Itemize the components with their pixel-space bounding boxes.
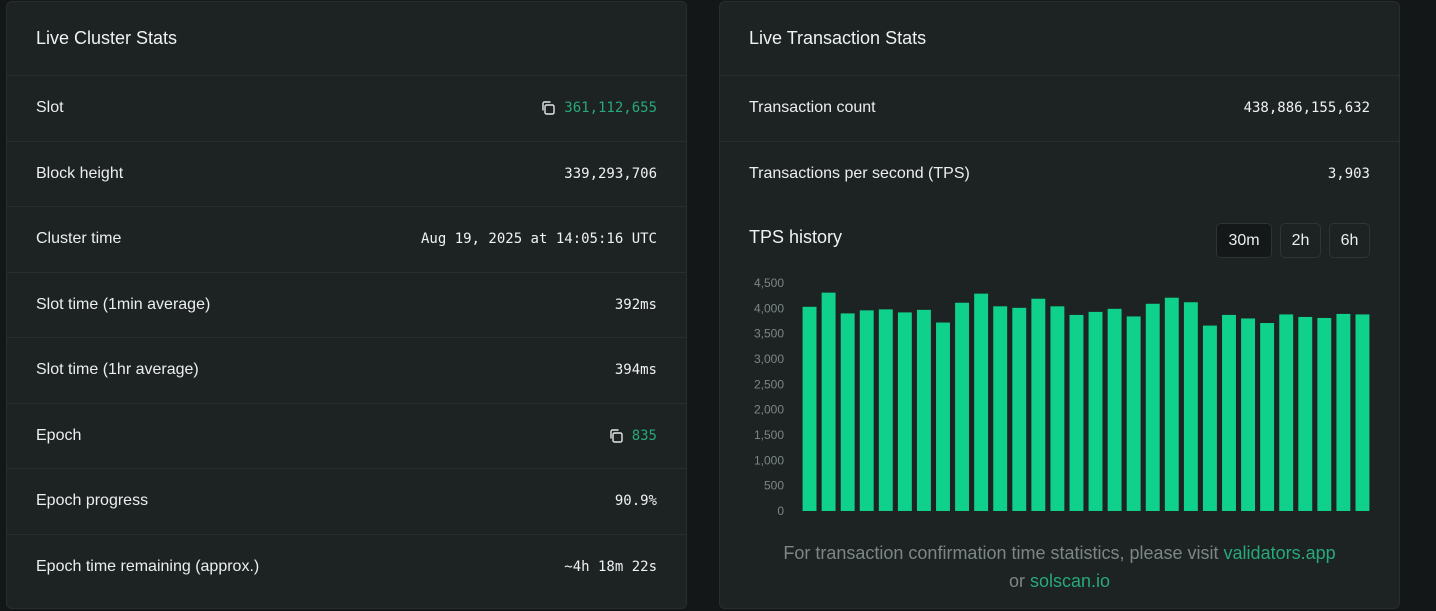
tps-bar[interactable] [1355,314,1370,511]
transaction-stats-list: Transaction count 438,886,155,632 Transact… [720,76,1399,207]
tps-bar[interactable] [993,306,1008,511]
tps-bar[interactable] [1031,298,1046,511]
cluster-stats-title: Live Cluster Stats [7,2,686,76]
stat-value: 339,293,706 [564,166,657,182]
tps-bar[interactable] [878,309,893,511]
tps-bar[interactable] [916,309,931,511]
footnote-text: For transaction confirmation time statis… [783,543,1219,563]
stat-label: Transaction count [749,99,876,117]
stat-value[interactable]: 361,112,655 [540,100,657,116]
y-tick-label: 2,000 [754,403,784,417]
tps-bar[interactable] [1222,314,1236,511]
tps-bar[interactable] [1050,306,1065,511]
stat-row-epoch-time-remaining-approx: Epoch time remaining (approx.) ~4h 18m 22… [7,535,686,601]
confirmation-footnote: For transaction confirmation time statis… [720,539,1399,595]
tps-bar[interactable] [1145,303,1160,511]
solscan-link[interactable]: solscan.io [1030,571,1110,591]
tps-bar[interactable] [897,312,912,511]
tps-bar[interactable] [955,302,970,511]
copy-icon[interactable] [540,100,556,116]
stat-row-slot-time-1hr-average: Slot time (1hr average) 394ms [7,338,686,404]
tps-bar[interactable] [1012,307,1027,511]
stat-value: 438,886,155,632 [1243,100,1370,117]
tps-bar[interactable] [802,306,817,511]
cluster-stats-card: Live Cluster Stats Slot 361,112,655 Block … [6,1,687,609]
tps-bar[interactable] [974,293,989,511]
stat-value: ~4h 18m 22s [564,559,657,575]
stat-value-text: 90.9% [614,493,657,510]
tps-bar[interactable] [1317,317,1332,511]
tps-bar[interactable] [840,313,855,511]
tps-bar[interactable] [859,310,874,511]
tps-bar[interactable] [1279,314,1294,511]
range-button-6h[interactable]: 6h [1329,223,1370,258]
stat-value-text: ~4h 18m 22s [564,559,657,576]
stat-value-text: 339,293,706 [564,165,657,182]
y-tick-label: 3,000 [754,352,784,366]
tps-history-title: TPS history [749,227,843,247]
tps-bar[interactable] [1183,302,1198,511]
tps-bar[interactable] [1298,316,1313,511]
stat-row-transactions-per-second-tps: Transactions per second (TPS) 3,903 [720,142,1399,208]
stat-label: Slot [36,99,64,117]
stat-value: 3,903 [1327,166,1370,183]
range-button-2h[interactable]: 2h [1280,223,1321,258]
tps-bar[interactable] [1126,316,1141,511]
tps-bar[interactable] [1107,308,1122,511]
y-tick-label: 2,500 [754,377,784,391]
time-range-selector: 30m 2h 6h [1216,223,1370,258]
y-tick-label: 4,000 [754,301,784,315]
stat-value-text: 394ms [614,362,657,379]
stat-value: 394ms [615,362,657,378]
cluster-stats-list: Slot 361,112,655 Block height 339,293,706 Cl… [7,76,686,600]
stat-value: 392ms [615,297,657,313]
stat-label: Cluster time [36,230,122,248]
y-tick-label: 500 [764,479,784,493]
stat-row-block-height: Block height 339,293,706 [7,142,686,207]
stat-label: Block height [36,164,124,182]
validators-app-link[interactable]: validators.app [1224,543,1336,563]
stat-label: Slot time (1hr average) [36,361,199,379]
stat-label: Transactions per second (TPS) [749,165,970,183]
tps-bar[interactable] [1069,314,1084,511]
stat-value-text[interactable]: 361,112,655 [564,100,657,116]
y-tick-label: 0 [777,504,784,518]
tps-bar[interactable] [821,292,836,511]
tps-bar[interactable] [1336,313,1351,511]
stat-row-epoch-progress: Epoch progress 90.9% [7,469,686,535]
stat-row-epoch: Epoch 835 [7,404,686,469]
stat-value: 90.9% [615,493,657,509]
tps-bar[interactable] [1241,318,1256,511]
y-tick-label: 1,500 [754,428,784,442]
footnote-or: or [1008,571,1025,591]
transaction-stats-title: Live Transaction Stats [720,2,1399,76]
stat-row-slot-time-1min-average: Slot time (1min average) 392ms [7,273,686,338]
copy-icon[interactable] [608,428,624,444]
range-button-30m[interactable]: 30m [1216,223,1272,258]
stat-row-cluster-time: Cluster time Aug 19, 2025 at 14:05:16 UTC [7,207,686,273]
tps-bar[interactable] [1202,325,1217,511]
stat-value-text[interactable]: 835 [632,428,657,444]
transaction-stats-card: Live Transaction Stats Transaction count… [719,1,1400,609]
stat-value-text: Aug 19, 2025 at 14:05:16 UTC [420,231,657,248]
stat-row-slot: Slot 361,112,655 [7,76,686,142]
stat-value[interactable]: 835 [608,428,657,444]
y-tick-label: 3,500 [754,327,784,341]
tps-bar[interactable] [1260,323,1275,511]
stat-label: Epoch [36,426,82,444]
stat-row-transaction-count: Transaction count 438,886,155,632 [720,76,1399,142]
stat-label: Slot time (1min average) [36,295,211,313]
stat-value: Aug 19, 2025 at 14:05:16 UTC [421,231,657,247]
page: Live Cluster Stats Slot 361,112,655 Block … [0,0,1436,611]
y-tick-label: 1,000 [754,453,784,467]
stat-label: Epoch time remaining (approx.) [36,558,260,576]
tps-bar[interactable] [936,322,950,511]
tps-bar[interactable] [1088,311,1103,511]
stat-value-text: 392ms [614,296,657,313]
y-tick-label: 4,500 [754,276,784,290]
tps-history-section: 0 500 1,000 1,500 2,000 2,500 3,000 3,500 4,000 4… [720,207,1399,608]
stat-label: Epoch progress [36,492,149,510]
tps-bar[interactable] [1164,297,1179,511]
